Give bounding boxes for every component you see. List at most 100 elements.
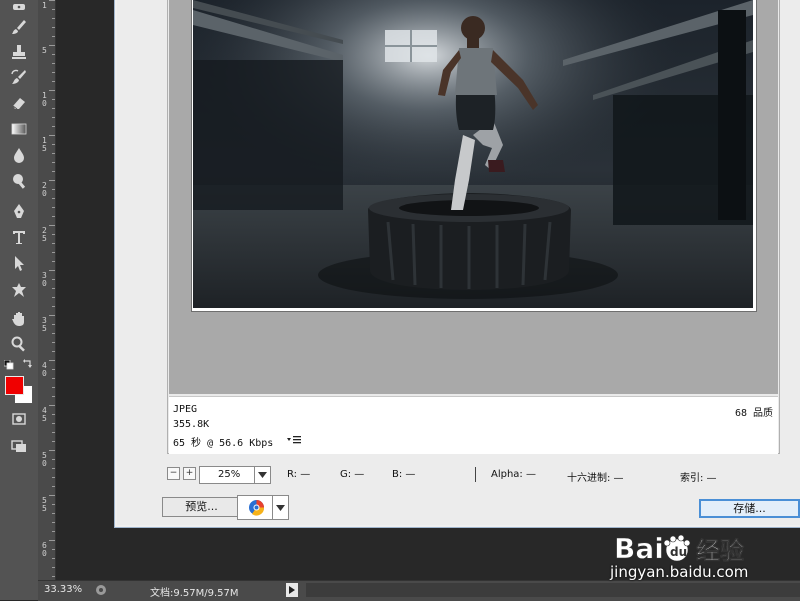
ruler-tick [52, 234, 55, 235]
ruler-tick [52, 54, 55, 55]
ruler-label: 6 0 [42, 541, 47, 558]
ruler-tick [52, 81, 55, 82]
ruler-label: 1 5 [42, 136, 47, 153]
ruler-tick [49, 495, 55, 496]
blue-value: B: — [392, 469, 416, 480]
zoom-level-value: 25% [218, 469, 241, 480]
quick-mask-icon[interactable] [7, 408, 31, 430]
blur-icon[interactable] [7, 144, 31, 166]
ruler-tick [52, 243, 55, 244]
ruler-tick [52, 288, 55, 289]
ruler-tick [52, 396, 55, 397]
preview-button[interactable]: 预览... [162, 497, 241, 517]
svg-text:du: du [670, 545, 687, 559]
chevron-down-icon[interactable] [254, 467, 270, 483]
ruler-tick [52, 306, 55, 307]
ruler-tick [49, 315, 55, 316]
ruler-label: 2 0 [42, 181, 47, 198]
zoom-level-select[interactable]: 25% [199, 466, 271, 484]
ruler-tick [52, 558, 55, 559]
ruler-tick [52, 279, 55, 280]
download-speed: 65 秒 @ 56.6 Kbps [173, 438, 274, 449]
ruler-label: 5 [42, 46, 47, 55]
history-brush-icon[interactable] [7, 66, 31, 88]
ruler-tick [52, 27, 55, 28]
browser-icon [249, 500, 265, 516]
path-select-icon[interactable] [7, 252, 31, 274]
ruler-label: 5 0 [42, 451, 47, 468]
vertical-ruler: 1 5 1 0 1 5 2 0 2 5 3 0 3 5 4 0 4 5 5 0 5 5 6 0 [38, 0, 56, 580]
ruler-label: 1 [42, 1, 47, 10]
chevron-down-icon[interactable] [272, 496, 288, 519]
alpha-value: Alpha: — [491, 469, 536, 480]
ruler-tick [52, 9, 55, 10]
red-value: R: — [287, 469, 311, 480]
play-arrow-icon[interactable] [286, 583, 298, 597]
ruler-tick [52, 63, 55, 64]
hand-icon[interactable] [7, 308, 31, 330]
horizontal-scrollbar[interactable] [306, 583, 800, 597]
ruler-tick [49, 450, 55, 451]
ruler-tick [52, 333, 55, 334]
ruler-tick [52, 549, 55, 550]
document-info-icon[interactable] [95, 584, 107, 596]
ruler-tick [52, 324, 55, 325]
ruler-tick [52, 504, 55, 505]
ruler-tick [52, 261, 55, 262]
ruler-tick [52, 351, 55, 352]
eraser-icon[interactable] [7, 92, 31, 114]
swap-colors-icon[interactable] [22, 358, 34, 370]
options-menu-icon[interactable] [287, 435, 301, 445]
pen-icon[interactable] [7, 200, 31, 222]
type-icon[interactable] [7, 226, 31, 248]
ruler-tick [49, 270, 55, 271]
optimization-info-panel: JPEG 355.8K 65 秒 @ 56.6 Kbps 68 品质 [169, 396, 778, 454]
screen-mode-icon[interactable] [7, 435, 31, 457]
document-status-bar: 33.33% 文档:9.57M/9.57M [38, 580, 800, 601]
ruler-tick [52, 522, 55, 523]
ruler-tick [52, 144, 55, 145]
ruler-tick [52, 189, 55, 190]
zoom-icon[interactable] [7, 333, 31, 355]
ruler-label: 5 5 [42, 496, 47, 513]
ruler-label: 3 5 [42, 316, 47, 333]
save-button[interactable]: 存储... [699, 499, 800, 518]
ruler-tick [52, 486, 55, 487]
ruler-tick [52, 36, 55, 37]
ruler-tick [52, 576, 55, 577]
ruler-tick [49, 90, 55, 91]
ruler-tick [52, 72, 55, 73]
tools-panel [0, 0, 39, 600]
ruler-tick [52, 423, 55, 424]
dodge-icon[interactable] [7, 170, 31, 192]
foreground-color-swatch[interactable] [5, 376, 24, 395]
quality-value: 68 品质 [734, 408, 773, 419]
green-value: G: — [340, 469, 365, 480]
ruler-tick [52, 441, 55, 442]
ruler-tick [52, 198, 55, 199]
ruler-tick [52, 468, 55, 469]
svg-text:经验: 经验 [696, 537, 744, 565]
zoom-in-button[interactable]: + [183, 467, 196, 480]
shape-icon[interactable] [7, 279, 31, 301]
preview-image[interactable] [193, 0, 753, 308]
hex-value: 十六进制: — [567, 473, 624, 484]
ruler-tick [49, 45, 55, 46]
ruler-tick [52, 297, 55, 298]
gradient-icon[interactable] [7, 118, 31, 140]
ruler-tick [49, 180, 55, 181]
clone-stamp-icon[interactable] [7, 41, 31, 63]
ruler-tick [52, 567, 55, 568]
document-size: 文档:9.57M/9.57M [150, 588, 239, 599]
ruler-tick [49, 135, 55, 136]
ruler-tick [52, 117, 55, 118]
ruler-tick [52, 477, 55, 478]
ruler-tick [52, 387, 55, 388]
zoom-out-button[interactable]: − [167, 467, 180, 480]
document-zoom[interactable]: 33.33% [44, 584, 82, 595]
brush-icon[interactable] [7, 16, 31, 38]
ruler-tick [52, 216, 55, 217]
ruler-tick [52, 252, 55, 253]
default-colors-icon[interactable] [4, 360, 14, 370]
browser-select[interactable] [237, 495, 289, 520]
